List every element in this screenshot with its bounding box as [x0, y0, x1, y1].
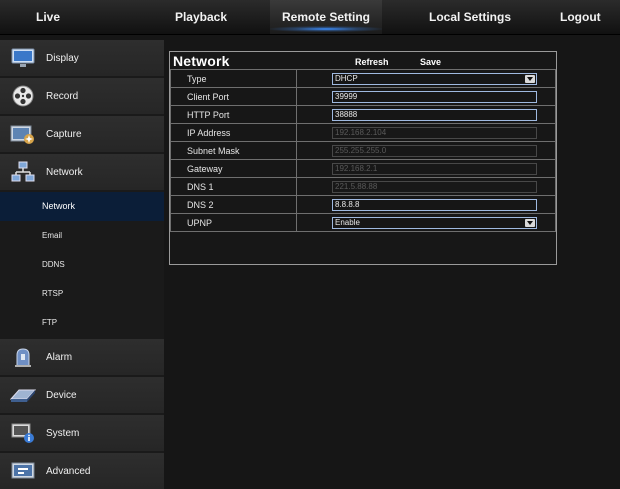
- type-select[interactable]: DHCP: [332, 72, 537, 85]
- sidebar-item-label: Capture: [46, 128, 82, 140]
- sidebar-item-advanced[interactable]: Advanced: [0, 453, 164, 489]
- tab-live[interactable]: Live: [8, 0, 88, 34]
- sidebar-item-label: Device: [46, 389, 77, 401]
- table-row: IP Address: [170, 123, 556, 142]
- sidebar-item-system[interactable]: System: [0, 415, 164, 451]
- ip-address-cell: [296, 123, 556, 142]
- logout-button[interactable]: Logout: [560, 0, 620, 34]
- sidebar-item-record[interactable]: Record: [0, 78, 164, 114]
- table-row: DNS 2: [170, 195, 556, 214]
- client-port-cell: [296, 87, 556, 106]
- tab-local-settings[interactable]: Local Settings: [400, 0, 540, 34]
- upnp-select-value: Enable: [335, 217, 360, 227]
- sidebar-item-label: Advanced: [46, 465, 91, 477]
- gateway-input: [332, 162, 537, 175]
- sidebar-item-network[interactable]: Network: [0, 154, 164, 190]
- system-info-icon: [10, 422, 36, 444]
- panel-header: Network Refresh Save: [170, 52, 556, 69]
- film-reel-icon: [10, 85, 36, 107]
- sidebar-subitem-rtsp[interactable]: RTSP: [0, 279, 164, 308]
- refresh-button[interactable]: Refresh: [355, 57, 389, 67]
- table-row: Client Port: [170, 87, 556, 106]
- dns1-label: DNS 1: [170, 177, 297, 196]
- dns1-cell: [296, 177, 556, 196]
- chevron-down-icon: [525, 218, 535, 227]
- table-row: HTTP Port: [170, 105, 556, 124]
- top-navigation: Live Playback Remote Setting Local Setti…: [0, 0, 620, 35]
- ip-address-label: IP Address: [170, 123, 297, 142]
- upnp-select[interactable]: Enable: [332, 216, 537, 229]
- tab-playback[interactable]: Playback: [156, 0, 246, 34]
- sidebar-item-capture[interactable]: Capture: [0, 116, 164, 152]
- upnp-cell: Enable: [296, 213, 556, 232]
- type-label: Type: [170, 69, 297, 88]
- dns2-cell: [296, 195, 556, 214]
- gateway-label: Gateway: [170, 159, 297, 178]
- table-row: DNS 1: [170, 177, 556, 196]
- table-row: Gateway: [170, 159, 556, 178]
- network-icon: [10, 161, 36, 183]
- sidebar-subitem-ddns[interactable]: DDNS: [0, 250, 164, 279]
- chevron-down-icon: [525, 74, 535, 83]
- type-cell: DHCP: [296, 69, 556, 88]
- ip-address-input: [332, 126, 537, 139]
- panel-title: Network: [173, 53, 230, 69]
- network-settings-table: Type DHCP Client Port HTTP Port IP Addre…: [170, 69, 556, 232]
- tab-remote-setting[interactable]: Remote Setting: [270, 0, 382, 34]
- sidebar-item-label: Record: [46, 90, 79, 102]
- subnet-mask-cell: [296, 141, 556, 160]
- subnet-mask-input: [332, 144, 537, 157]
- sidebar-item-label: Network: [46, 166, 83, 178]
- network-settings-panel: Network Refresh Save Type DHCP Client Po…: [169, 51, 557, 265]
- tab-remote-setting-label: Remote Setting: [281, 10, 370, 24]
- dns2-label: DNS 2: [170, 195, 297, 214]
- monitor-icon: [10, 47, 36, 69]
- type-select-value: DHCP: [335, 73, 358, 83]
- http-port-cell: [296, 105, 556, 124]
- sidebar-item-label: Alarm: [46, 351, 73, 363]
- table-row: Subnet Mask: [170, 141, 556, 160]
- sidebar-subitem-network[interactable]: Network: [0, 192, 164, 221]
- subnet-mask-label: Subnet Mask: [170, 141, 297, 160]
- sidebar-item-label: System: [46, 427, 80, 439]
- table-row: Type DHCP: [170, 69, 556, 88]
- sidebar-subitem-ftp[interactable]: FTP: [0, 308, 164, 337]
- capture-icon: [10, 123, 36, 145]
- client-port-label: Client Port: [170, 87, 297, 106]
- http-port-label: HTTP Port: [170, 105, 297, 124]
- sidebar-item-device[interactable]: Device: [0, 377, 164, 413]
- sidebar-item-alarm[interactable]: Alarm: [0, 339, 164, 375]
- dns2-input[interactable]: [332, 198, 537, 211]
- sidebar-subitem-email[interactable]: Email: [0, 221, 164, 250]
- alarm-icon: [10, 346, 36, 368]
- dns1-input: [332, 180, 537, 193]
- advanced-icon: [10, 460, 36, 482]
- save-button[interactable]: Save: [420, 57, 441, 67]
- upnp-label: UPNP: [170, 213, 297, 232]
- gateway-cell: [296, 159, 556, 178]
- sidebar-item-label: Display: [46, 52, 79, 64]
- active-tab-glow: [270, 26, 382, 32]
- sidebar: Display Record Capture Network Network E…: [0, 40, 164, 489]
- client-port-input[interactable]: [332, 90, 537, 103]
- table-row: UPNP Enable: [170, 213, 556, 232]
- sidebar-item-display[interactable]: Display: [0, 40, 164, 76]
- device-icon: [10, 384, 36, 406]
- http-port-input[interactable]: [332, 108, 537, 121]
